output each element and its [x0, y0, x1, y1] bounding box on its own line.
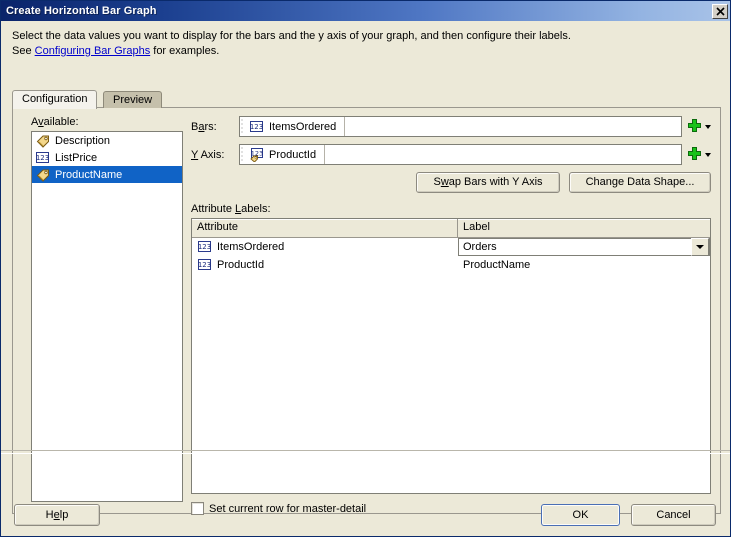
intro-line-1: Select the data values you want to displ… [12, 30, 571, 42]
svg-text:123: 123 [198, 243, 211, 251]
list-item-label: Description [55, 134, 111, 147]
available-label-post: ailable: [43, 116, 79, 128]
drag-grip-icon [240, 117, 247, 136]
list-item-label: ListPrice [55, 151, 98, 164]
chevron-down-icon[interactable] [705, 124, 711, 129]
cell-label[interactable]: ProductName [458, 256, 710, 274]
swap-label-post: ap Bars with Y Axis [448, 176, 543, 188]
change-data-shape-button[interactable]: Change Data Shape... [569, 172, 711, 193]
svg-text:123: 123 [36, 154, 49, 162]
bars-label: Bars: [191, 121, 239, 133]
add-bars-button[interactable] [687, 118, 711, 136]
shape-label-pre: Chan [585, 176, 612, 188]
tab-configuration-label: Configuration [22, 93, 88, 105]
table-row[interactable]: 123 ItemsOrdered Orders [192, 238, 710, 256]
chevron-down-icon[interactable] [705, 152, 711, 157]
yaxis-value-chip[interactable]: 123 ProductId [247, 145, 326, 164]
tab-configuration[interactable]: Configuration [12, 90, 98, 109]
yaxis-row: Y Axis: 123 ProductId [191, 144, 711, 165]
help-label-post: lp [59, 509, 69, 521]
bars-input[interactable]: 123 ItemsOrdered [239, 116, 682, 137]
numeric-123-icon: 123 [197, 240, 213, 254]
label-combobox[interactable]: Orders [458, 238, 710, 256]
ok-button[interactable]: OK [541, 504, 620, 526]
table-row[interactable]: 123 ProductId ProductName [192, 256, 710, 274]
list-item-selected[interactable]: ProductName [32, 166, 182, 183]
list-item[interactable]: Description [32, 132, 182, 149]
numeric-key-icon: 123 [249, 147, 265, 162]
yaxis-input[interactable]: 123 ProductId [239, 144, 682, 165]
attribute-labels-caption: Attribute Labels: [191, 203, 711, 215]
bars-value-chip[interactable]: 123 ItemsOrdered [247, 117, 346, 136]
numeric-123-icon: 123 [197, 258, 213, 272]
cell-attribute-text: ItemsOrdered [217, 241, 285, 253]
intro-text: Select the data values you want to displ… [12, 29, 712, 59]
list-item[interactable]: 123 ListPrice [32, 149, 182, 166]
footer-separator [1, 450, 730, 454]
cell-attribute[interactable]: 123 ProductId [192, 256, 458, 274]
column-header-attribute[interactable]: Attribute [192, 219, 458, 237]
attribute-tag-icon [35, 134, 51, 148]
configuring-bar-graphs-link[interactable]: Configuring Bar Graphs [35, 45, 151, 57]
yaxis-label: Y Axis: [191, 149, 239, 161]
numeric-123-icon: 123 [249, 120, 265, 134]
attr-caption-pre: Attribute [191, 203, 236, 215]
title-bar: Create Horizontal Bar Graph [1, 1, 730, 21]
yaxis-label-post: Axis: [198, 148, 225, 161]
add-yaxis-button[interactable] [687, 146, 711, 164]
green-plus-icon [687, 118, 702, 136]
bars-value-label: ItemsOrdered [269, 120, 337, 133]
svg-text:123: 123 [198, 261, 211, 269]
available-list[interactable]: Description 123 ListPrice ProductName [31, 131, 183, 502]
swap-label-pre: S [433, 176, 441, 188]
tab-preview-label: Preview [113, 94, 153, 106]
bars-row: Bars: 123 ItemsOrdered [191, 116, 711, 137]
shape-button-row: Swap Bars with Y Axis Change Data Shape.… [191, 172, 711, 193]
swap-bars-with-y-axis-button[interactable]: Swap Bars with Y Axis [416, 172, 560, 193]
table-header-row: Attribute Label [192, 219, 710, 238]
available-label: Available: [31, 116, 79, 128]
window-title: Create Horizontal Bar Graph [6, 5, 157, 17]
help-button[interactable]: Help [14, 504, 100, 526]
tab-preview[interactable]: Preview [103, 91, 163, 108]
list-item-label: ProductName [55, 168, 123, 181]
help-label-pre: H [45, 509, 54, 521]
intro-line-2: See Configuring Bar Graphs for examples. [12, 44, 712, 59]
numeric-123-icon: 123 [35, 151, 51, 165]
cell-label-editor[interactable]: Orders [458, 238, 710, 256]
cell-attribute-text: ProductId [217, 259, 265, 271]
right-column: Bars: 123 ItemsOrdered Y Axis: 123 Produ… [191, 116, 711, 515]
drag-grip-icon [240, 145, 247, 164]
yaxis-value-label: ProductId [269, 148, 317, 161]
cell-attribute[interactable]: 123 ItemsOrdered [192, 238, 458, 256]
column-header-label[interactable]: Label [458, 219, 710, 237]
attribute-tag-icon [35, 168, 51, 182]
dialog-body: Select the data values you want to displ… [1, 21, 730, 515]
green-plus-icon [687, 146, 702, 164]
close-icon[interactable] [712, 3, 728, 19]
intro-line-2-suffix: for examples. [150, 45, 220, 57]
bars-label-post: rs: [204, 120, 217, 133]
cancel-button[interactable]: Cancel [631, 504, 716, 526]
create-horizontal-bar-graph-dialog: Create Horizontal Bar Graph Select the d… [0, 0, 731, 537]
intro-line-2-prefix: See [12, 45, 35, 57]
chevron-down-icon[interactable] [691, 238, 709, 256]
tab-strip: Configuration Preview [12, 90, 721, 109]
shape-label-post: e Data Shape... [617, 176, 695, 188]
svg-text:123: 123 [250, 123, 263, 131]
swap-label-accel: w [440, 176, 449, 188]
attr-caption-post: abels: [241, 203, 271, 215]
dialog-footer: Help OK Cancel [1, 495, 730, 536]
label-combobox-value[interactable]: Orders [459, 241, 691, 253]
